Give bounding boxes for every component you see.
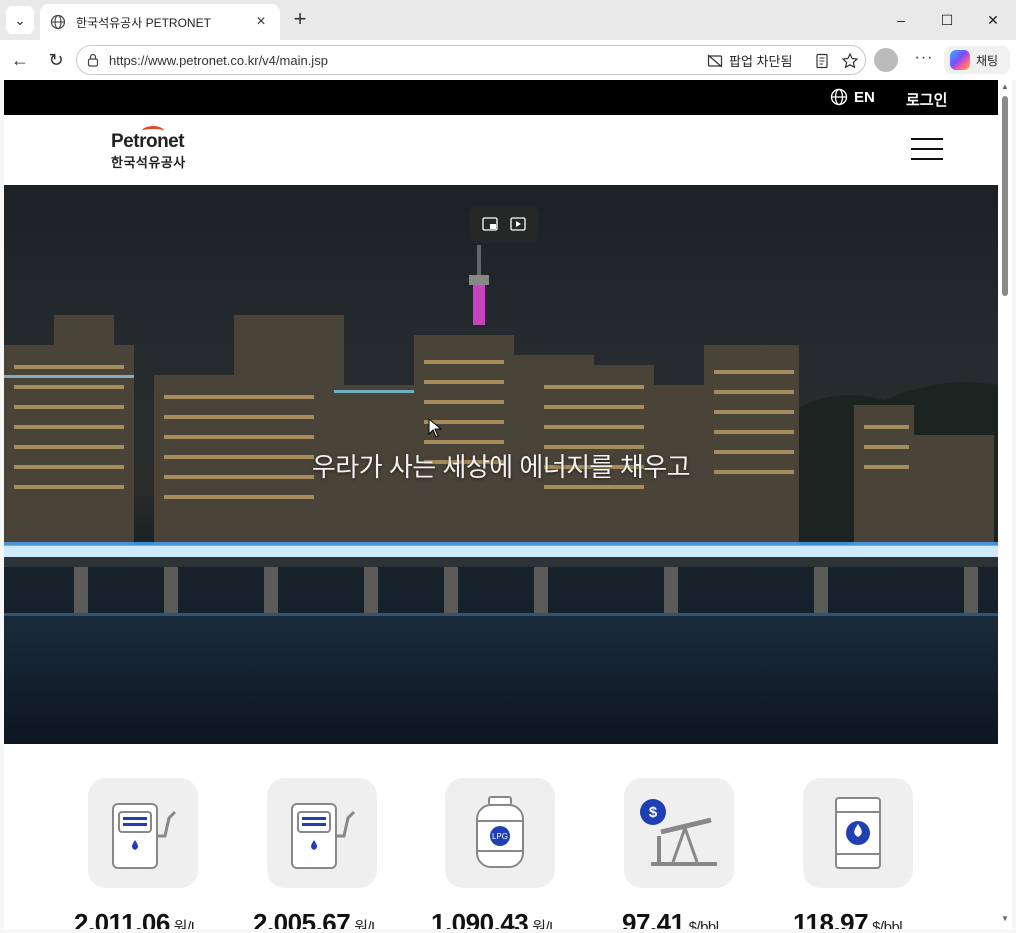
tab-title: 한국석유공사 PETRONET [76, 15, 211, 30]
mouse-cursor-icon [428, 418, 442, 438]
popup-blocked-indicator[interactable]: 팝업 차단됨 [707, 51, 792, 70]
scroll-thumb[interactable] [1002, 96, 1008, 296]
maximize-button[interactable]: ☐ [924, 8, 970, 32]
oil-pumpjack-icon: $ [624, 778, 734, 888]
svg-text:$: $ [649, 804, 658, 821]
logo-ko-text: 한국석유공사 [111, 155, 186, 170]
language-switch[interactable]: EN [830, 88, 875, 106]
tab-strip: ⌄ 한국석유공사 PETRONET × + – ☐ ✕ [0, 0, 1016, 40]
popup-blocked-label: 팝업 차단됨 [729, 54, 793, 69]
page-scrollbar[interactable]: ▲ ▼ [998, 80, 1012, 929]
profile-avatar[interactable] [874, 48, 898, 72]
reader-mode-icon[interactable] [813, 52, 831, 70]
logo-en-text: Petronet [111, 126, 186, 153]
site-header: Petronet 한국석유공사 [4, 115, 998, 185]
hero-headline: 우라가 사는 세상에 에너지를 채우고 [311, 452, 691, 482]
stat-value: 1,090.43 원/L [431, 908, 558, 929]
refresh-icon[interactable]: ↻ [44, 48, 68, 72]
price-stats-section: 2,011.06 원/L 2,005.67 원/L LPG 1,090.43 원/L … [4, 744, 998, 929]
popup-blocked-icon [707, 54, 723, 67]
scroll-down-icon[interactable]: ▼ [1000, 914, 1010, 924]
petronet-logo[interactable]: Petronet 한국석유공사 [111, 126, 186, 171]
scroll-up-icon[interactable]: ▲ [1000, 82, 1010, 92]
chat-label: 채팅 [976, 53, 999, 68]
chevron-down-icon: ⌄ [14, 11, 26, 28]
lpg-tank-icon: LPG [445, 778, 555, 888]
globe-icon [830, 88, 848, 106]
stat-card-lpg[interactable]: LPG 1,090.43 원/L [431, 778, 558, 929]
page-viewport: EN 로그인 Petronet 한국석유공사 우라가 사는 세상에 에너지를 채… [4, 80, 998, 929]
close-tab-icon[interactable]: × [252, 13, 270, 31]
stat-value: 2,005.67 원/L [253, 908, 380, 929]
stat-card-gasoline[interactable]: 2,011.06 원/L [74, 778, 199, 929]
oil-barrel-icon [803, 778, 913, 888]
globe-icon [50, 14, 66, 30]
browser-tab[interactable]: 한국석유공사 PETRONET × [40, 4, 280, 40]
close-window-button[interactable]: ✕ [970, 8, 1016, 32]
hamburger-menu-icon[interactable] [911, 138, 943, 162]
stat-card-crude-brent[interactable]: 118.97 $/bbl [793, 778, 913, 929]
url-text: https://www.petronet.co.kr/v4/main.jsp [109, 53, 328, 68]
login-link[interactable]: 로그인 [906, 89, 947, 110]
stat-value: 97.41 $/bbl [622, 908, 719, 929]
video-controls [470, 205, 538, 243]
favorite-star-icon[interactable] [841, 52, 859, 70]
language-label: EN [854, 88, 875, 106]
diesel-pump-icon [267, 778, 377, 888]
stat-card-diesel[interactable]: 2,005.67 원/L [253, 778, 380, 929]
copilot-icon [950, 50, 970, 70]
chat-button[interactable]: 채팅 [944, 46, 1010, 74]
utility-bar: EN 로그인 [4, 80, 998, 115]
lock-icon [87, 53, 99, 67]
hero-video[interactable]: 우라가 사는 세상에 에너지를 채우고 [4, 185, 998, 744]
address-bar[interactable]: https://www.petronet.co.kr/v4/main.jsp 팝… [76, 45, 866, 75]
back-icon[interactable]: ← [8, 48, 32, 72]
tab-actions-button[interactable]: ⌄ [6, 6, 34, 34]
stat-value: 2,011.06 원/L [74, 908, 199, 929]
picture-in-picture-icon[interactable] [481, 215, 499, 233]
video-play-icon[interactable] [509, 215, 527, 233]
gas-pump-icon [88, 778, 198, 888]
more-options-icon[interactable]: ··· [912, 48, 936, 72]
browser-window: ⌄ 한국석유공사 PETRONET × + – ☐ ✕ ← ↻ https://… [0, 0, 1016, 933]
stat-value: 118.97 $/bbl [793, 908, 903, 929]
browser-toolbar: ← ↻ https://www.petronet.co.kr/v4/main.j… [0, 40, 1016, 80]
svg-text:LPG: LPG [492, 832, 508, 841]
stat-card-crude-dubai[interactable]: $ 97.41 $/bbl [622, 778, 734, 929]
logo-arc-mark [142, 126, 164, 136]
minimize-button[interactable]: – [878, 8, 924, 32]
new-tab-button[interactable]: + [288, 8, 312, 32]
